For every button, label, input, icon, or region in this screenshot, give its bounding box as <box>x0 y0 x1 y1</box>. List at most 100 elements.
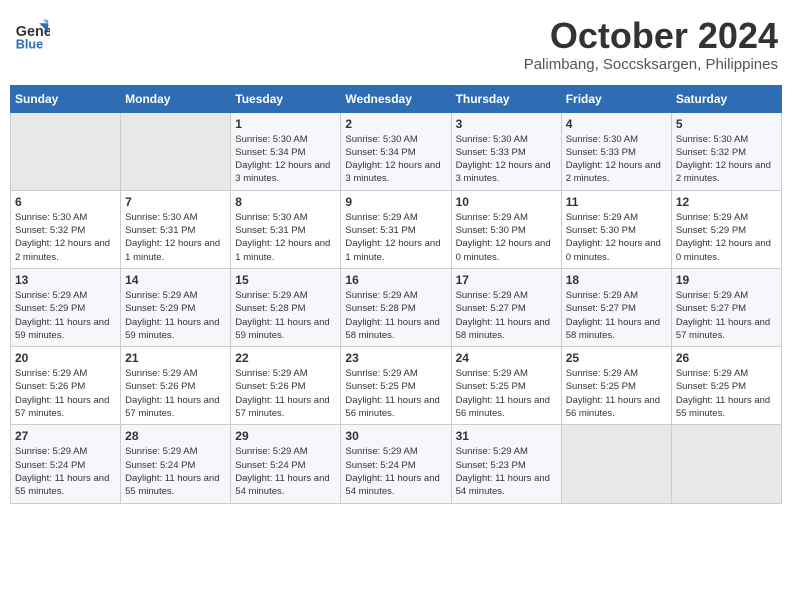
calendar-cell: 20 Sunrise: 5:29 AM Sunset: 5:26 PM Dayli… <box>11 347 121 425</box>
day-info: Sunrise: 5:30 AM Sunset: 5:31 PM Dayligh… <box>125 211 226 264</box>
weekday-header-sunday: Sunday <box>11 85 121 112</box>
day-info: Sunrise: 5:29 AM Sunset: 5:29 PM Dayligh… <box>125 289 226 342</box>
calendar-cell: 17 Sunrise: 5:29 AM Sunset: 5:27 PM Dayli… <box>451 268 561 346</box>
week-row-1: 1Sunrise: 5:30 AM Sunset: 5:34 PM Daylig… <box>11 112 782 190</box>
day-info: Sunrise: 5:29 AM Sunset: 5:26 PM Dayligh… <box>235 367 336 420</box>
day-info: Sunrise: 5:29 AM Sunset: 5:25 PM Dayligh… <box>345 367 446 420</box>
day-number: 18 <box>566 273 667 287</box>
day-info: Sunrise: 5:30 AM Sunset: 5:32 PM Dayligh… <box>15 211 116 264</box>
day-info: Sunrise: 5:29 AM Sunset: 5:31 PM Dayligh… <box>345 211 446 264</box>
calendar-cell <box>561 425 671 503</box>
day-info: Sunrise: 5:30 AM Sunset: 5:31 PM Dayligh… <box>235 211 336 264</box>
week-row-3: 13Sunrise: 5:29 AM Sunset: 5:29 PM Dayli… <box>11 268 782 346</box>
day-info: Sunrise: 5:29 AM Sunset: 5:30 PM Dayligh… <box>456 211 557 264</box>
day-info: Sunrise: 5:30 AM Sunset: 5:33 PM Dayligh… <box>456 133 557 186</box>
logo-icon: General Blue <box>14 16 50 52</box>
weekday-header-wednesday: Wednesday <box>341 85 451 112</box>
calendar-cell: 29Sunrise: 5:29 AM Sunset: 5:24 PM Dayli… <box>231 425 341 503</box>
day-number: 15 <box>235 273 336 287</box>
day-info: Sunrise: 5:29 AM Sunset: 5:25 PM Dayligh… <box>456 367 557 420</box>
day-number: 31 <box>456 429 557 443</box>
day-info: Sunrise: 5:29 AM Sunset: 5:27 PM Dayligh… <box>676 289 777 342</box>
calendar-cell <box>121 112 231 190</box>
day-info: Sunrise: 5:30 AM Sunset: 5:32 PM Dayligh… <box>676 133 777 186</box>
calendar-cell: 18 Sunrise: 5:29 AM Sunset: 5:27 PM Dayli… <box>561 268 671 346</box>
weekday-header-friday: Friday <box>561 85 671 112</box>
calendar-cell: 4 Sunrise: 5:30 AM Sunset: 5:33 PM Daylig… <box>561 112 671 190</box>
day-number: 20 <box>15 351 116 365</box>
calendar-cell: 27Sunrise: 5:29 AM Sunset: 5:24 PM Dayli… <box>11 425 121 503</box>
calendar-cell: 25 Sunrise: 5:29 AM Sunset: 5:25 PM Dayli… <box>561 347 671 425</box>
weekday-header-saturday: Saturday <box>671 85 781 112</box>
day-number: 4 <box>566 117 667 131</box>
day-number: 14 <box>125 273 226 287</box>
page-header: General Blue October 2024 Palimbang, Soc… <box>10 10 782 79</box>
calendar-cell: 6Sunrise: 5:30 AM Sunset: 5:32 PM Daylig… <box>11 190 121 268</box>
calendar-cell: 7 Sunrise: 5:30 AM Sunset: 5:31 PM Daylig… <box>121 190 231 268</box>
calendar-cell: 1Sunrise: 5:30 AM Sunset: 5:34 PM Daylig… <box>231 112 341 190</box>
day-info: Sunrise: 5:29 AM Sunset: 5:24 PM Dayligh… <box>125 445 226 498</box>
calendar-cell: 26 Sunrise: 5:29 AM Sunset: 5:25 PM Dayli… <box>671 347 781 425</box>
calendar-cell: 11Sunrise: 5:29 AM Sunset: 5:30 PM Dayli… <box>561 190 671 268</box>
day-number: 12 <box>676 195 777 209</box>
calendar-cell: 31 Sunrise: 5:29 AM Sunset: 5:23 PM Dayli… <box>451 425 561 503</box>
day-number: 9 <box>345 195 446 209</box>
day-number: 11 <box>566 195 667 209</box>
day-number: 25 <box>566 351 667 365</box>
day-info: Sunrise: 5:29 AM Sunset: 5:24 PM Dayligh… <box>15 445 116 498</box>
day-info: Sunrise: 5:29 AM Sunset: 5:26 PM Dayligh… <box>15 367 116 420</box>
day-number: 3 <box>456 117 557 131</box>
day-info: Sunrise: 5:29 AM Sunset: 5:24 PM Dayligh… <box>345 445 446 498</box>
day-number: 21 <box>125 351 226 365</box>
day-info: Sunrise: 5:29 AM Sunset: 5:28 PM Dayligh… <box>345 289 446 342</box>
calendar-cell: 9 Sunrise: 5:29 AM Sunset: 5:31 PM Daylig… <box>341 190 451 268</box>
day-info: Sunrise: 5:29 AM Sunset: 5:25 PM Dayligh… <box>566 367 667 420</box>
weekday-header-monday: Monday <box>121 85 231 112</box>
calendar-cell: 19 Sunrise: 5:29 AM Sunset: 5:27 PM Dayli… <box>671 268 781 346</box>
calendar-cell: 5Sunrise: 5:30 AM Sunset: 5:32 PM Daylig… <box>671 112 781 190</box>
calendar-cell: 15 Sunrise: 5:29 AM Sunset: 5:28 PM Dayli… <box>231 268 341 346</box>
svg-text:Blue: Blue <box>16 37 43 51</box>
day-info: Sunrise: 5:30 AM Sunset: 5:33 PM Dayligh… <box>566 133 667 186</box>
calendar-cell: 8 Sunrise: 5:30 AM Sunset: 5:31 PM Daylig… <box>231 190 341 268</box>
location-title: Palimbang, Soccsksargen, Philippines <box>524 56 778 73</box>
day-number: 26 <box>676 351 777 365</box>
calendar-cell: 22 Sunrise: 5:29 AM Sunset: 5:26 PM Dayli… <box>231 347 341 425</box>
day-number: 23 <box>345 351 446 365</box>
day-info: Sunrise: 5:29 AM Sunset: 5:29 PM Dayligh… <box>676 211 777 264</box>
day-number: 29 <box>235 429 336 443</box>
day-info: Sunrise: 5:29 AM Sunset: 5:23 PM Dayligh… <box>456 445 557 498</box>
day-info: Sunrise: 5:29 AM Sunset: 5:26 PM Dayligh… <box>125 367 226 420</box>
calendar-table: SundayMondayTuesdayWednesdayThursdayFrid… <box>10 85 782 504</box>
calendar-cell <box>11 112 121 190</box>
day-number: 24 <box>456 351 557 365</box>
calendar-cell: 16 Sunrise: 5:29 AM Sunset: 5:28 PM Dayli… <box>341 268 451 346</box>
calendar-cell: 13Sunrise: 5:29 AM Sunset: 5:29 PM Dayli… <box>11 268 121 346</box>
day-number: 7 <box>125 195 226 209</box>
calendar-cell: 10 Sunrise: 5:29 AM Sunset: 5:30 PM Dayli… <box>451 190 561 268</box>
calendar-cell: 14 Sunrise: 5:29 AM Sunset: 5:29 PM Dayli… <box>121 268 231 346</box>
day-number: 28 <box>125 429 226 443</box>
day-number: 17 <box>456 273 557 287</box>
day-info: Sunrise: 5:29 AM Sunset: 5:25 PM Dayligh… <box>676 367 777 420</box>
title-block: October 2024 Palimbang, Soccsksargen, Ph… <box>524 16 778 73</box>
day-number: 16 <box>345 273 446 287</box>
day-number: 19 <box>676 273 777 287</box>
day-info: Sunrise: 5:30 AM Sunset: 5:34 PM Dayligh… <box>345 133 446 186</box>
month-title: October 2024 <box>524 16 778 56</box>
day-number: 10 <box>456 195 557 209</box>
logo: General Blue <box>14 16 50 52</box>
calendar-cell: 24 Sunrise: 5:29 AM Sunset: 5:25 PM Dayli… <box>451 347 561 425</box>
day-info: Sunrise: 5:29 AM Sunset: 5:27 PM Dayligh… <box>566 289 667 342</box>
day-number: 2 <box>345 117 446 131</box>
day-number: 8 <box>235 195 336 209</box>
day-info: Sunrise: 5:29 AM Sunset: 5:28 PM Dayligh… <box>235 289 336 342</box>
calendar-cell: 30Sunrise: 5:29 AM Sunset: 5:24 PM Dayli… <box>341 425 451 503</box>
calendar-cell: 2 Sunrise: 5:30 AM Sunset: 5:34 PM Daylig… <box>341 112 451 190</box>
day-info: Sunrise: 5:29 AM Sunset: 5:27 PM Dayligh… <box>456 289 557 342</box>
day-number: 22 <box>235 351 336 365</box>
weekday-header-thursday: Thursday <box>451 85 561 112</box>
calendar-cell: 21 Sunrise: 5:29 AM Sunset: 5:26 PM Dayli… <box>121 347 231 425</box>
calendar-cell: 3 Sunrise: 5:30 AM Sunset: 5:33 PM Daylig… <box>451 112 561 190</box>
week-row-2: 6Sunrise: 5:30 AM Sunset: 5:32 PM Daylig… <box>11 190 782 268</box>
